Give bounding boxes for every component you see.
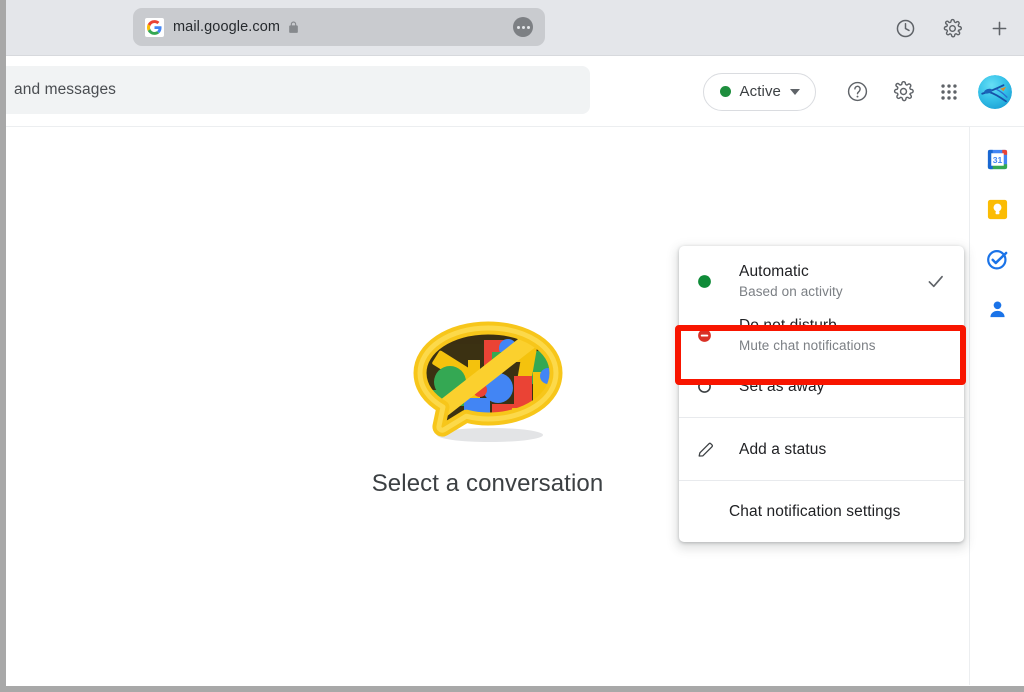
menu-item-do-not-disturb[interactable]: Do not disturb Mute chat notifications — [679, 308, 964, 362]
tab-overflow-icon[interactable] — [513, 17, 533, 37]
google-keep-icon[interactable] — [985, 197, 1009, 221]
menu-item-title: Do not disturb — [739, 317, 837, 334]
browser-window-frame: mail.google.com and messages Active Sele… — [0, 0, 1024, 692]
header-actions: Active — [702, 56, 1012, 127]
menu-item-dnd-text: Do not disturb Mute chat notifications — [739, 315, 948, 355]
new-tab-icon[interactable] — [989, 18, 1010, 39]
menu-item-add-a-status[interactable]: Add a status — [679, 425, 964, 473]
menu-item-subtitle: Mute chat notifications — [739, 338, 876, 353]
menu-divider — [679, 480, 964, 481]
history-icon[interactable] — [895, 18, 916, 39]
settings-gear-icon[interactable] — [880, 69, 926, 115]
chat-bubble-illustration — [388, 306, 588, 456]
browser-tab[interactable]: mail.google.com — [133, 8, 545, 46]
checkmark-icon — [925, 271, 948, 292]
menu-item-title: Add a status — [739, 440, 827, 458]
google-g-icon — [145, 17, 164, 37]
pencil-icon — [696, 440, 722, 459]
menu-divider — [679, 417, 964, 418]
google-calendar-icon[interactable]: 31 — [985, 147, 1009, 171]
active-dot-icon — [696, 273, 722, 290]
search-input[interactable]: and messages — [6, 66, 590, 114]
menu-item-subtitle: Based on activity — [739, 284, 843, 299]
google-contacts-icon[interactable] — [985, 297, 1009, 321]
menu-item-automatic[interactable]: Automatic Based on activity — [679, 254, 964, 308]
menu-item-chat-notification-settings[interactable]: Chat notification settings — [679, 488, 964, 534]
app-header: and messages Active — [6, 56, 1024, 127]
menu-item-away-text: Set as away — [739, 376, 948, 397]
menu-item-title: Chat notification settings — [729, 502, 901, 520]
menu-item-automatic-text: Automatic Based on activity — [739, 261, 925, 301]
lock-icon — [287, 20, 300, 35]
browser-window: mail.google.com and messages Active Sele… — [6, 0, 1024, 686]
browser-actions — [895, 0, 1010, 56]
svg-text:31: 31 — [992, 154, 1002, 164]
main-body: Select a conversation 31 Automatic Based… — [6, 127, 1024, 685]
tab-title: mail.google.com — [173, 19, 281, 35]
google-tasks-icon[interactable] — [985, 247, 1009, 271]
chevron-down-icon — [790, 88, 800, 95]
help-icon[interactable] — [834, 69, 880, 115]
account-avatar[interactable] — [978, 74, 1012, 109]
status-chip-button[interactable]: Active — [702, 72, 816, 111]
browser-chrome: mail.google.com — [6, 0, 1024, 56]
empty-state-label: Select a conversation — [371, 470, 604, 497]
away-circle-icon — [696, 378, 722, 395]
status-chip-label: Active — [739, 83, 781, 100]
side-panel-rail: 31 — [969, 127, 1024, 685]
menu-item-title: Automatic — [739, 263, 809, 280]
active-dot-icon — [719, 86, 731, 97]
menu-item-set-as-away[interactable]: Set as away — [679, 362, 964, 410]
browser-settings-icon[interactable] — [942, 18, 963, 39]
status-dropdown-menu: Automatic Based on activity Do not distu… — [679, 246, 964, 542]
menu-item-title: Set as away — [739, 377, 825, 395]
apps-grid-icon[interactable] — [926, 69, 972, 115]
search-input-value: and messages — [14, 81, 117, 98]
do-not-disturb-icon — [696, 327, 722, 344]
menu-item-add-status-text: Add a status — [739, 439, 948, 460]
